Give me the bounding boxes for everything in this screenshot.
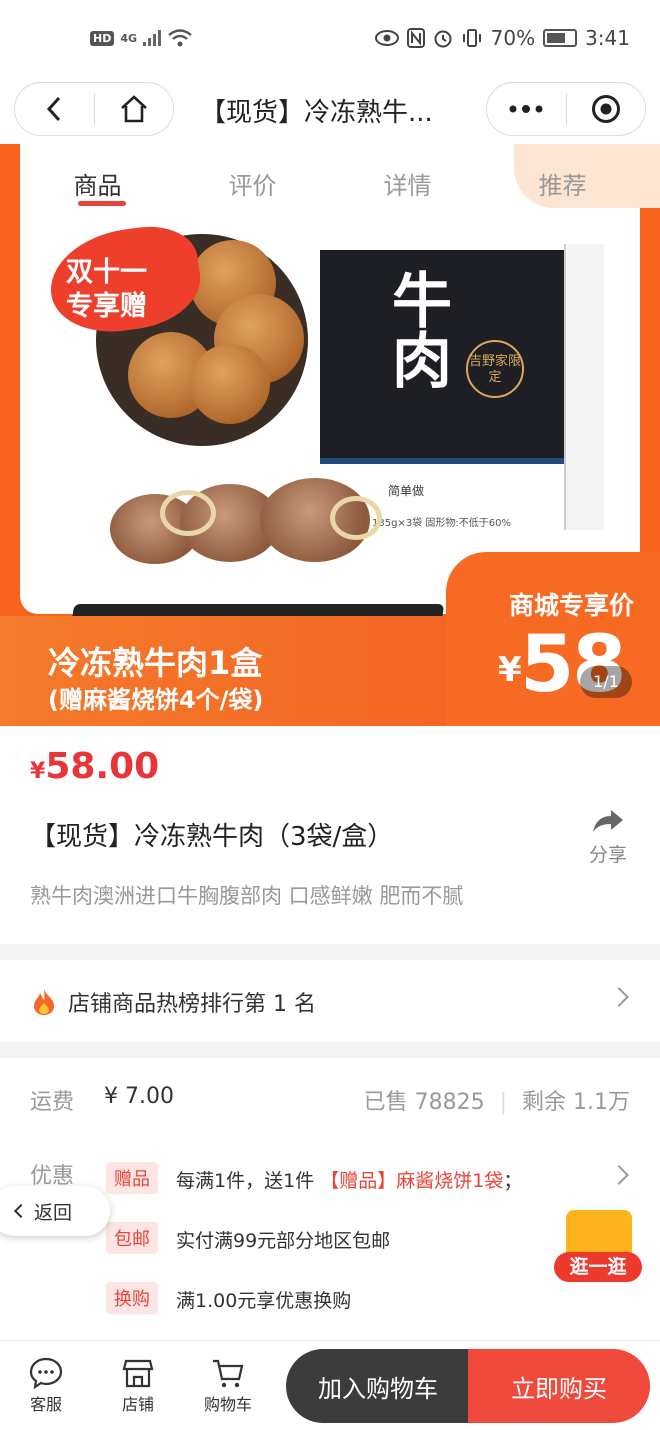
wifi-icon <box>168 29 192 47</box>
home-icon <box>120 95 147 123</box>
shipping-fee: ¥ 7.00 <box>104 1084 174 1109</box>
chevron-right-icon <box>609 987 629 1007</box>
promo-text-gift[interactable]: 每满1件，送1件 【赠品】麻酱烧饼1袋； <box>176 1166 522 1193</box>
remaining-stock: 剩余 1.1万 <box>522 1090 630 1115</box>
stroll-button[interactable]: 逛一逛 <box>554 1196 644 1286</box>
sesame-bread <box>190 344 270 424</box>
promo-tag-gift: 赠品 <box>106 1162 158 1194</box>
status-bar: HD 4G 70% 3:41 <box>0 0 660 82</box>
promo-tag-free-shipping: 包邮 <box>106 1222 158 1254</box>
price-currency: ¥ <box>30 759 46 784</box>
buy-now-button[interactable]: 立即购买 <box>468 1349 650 1423</box>
banner-subtitle: (赠麻酱烧饼4个/袋) <box>48 686 264 714</box>
promo-text-exchange[interactable]: 满1.00元享优惠换购 <box>176 1286 351 1313</box>
page-title: 【现货】冷冻熟牛... <box>200 98 433 128</box>
tab-recommend[interactable]: 推荐 <box>485 144 640 216</box>
share-button[interactable]: 分享 <box>586 808 630 867</box>
share-label: 分享 <box>588 844 627 866</box>
network-label: 4G <box>120 31 138 45</box>
customer-service-label: 客服 <box>29 1395 62 1414</box>
product-title: 【现货】冷冻熟牛肉（3袋/盒） <box>30 822 394 852</box>
shop-icon <box>122 1359 154 1388</box>
back-label: 返回 <box>34 1201 73 1224</box>
more-dots-icon <box>509 105 543 113</box>
promo-tag-exchange: 换购 <box>106 1282 158 1314</box>
more-button[interactable] <box>487 83 566 135</box>
eye-icon <box>374 30 399 46</box>
gift-badge: 双十一 专享赠 <box>66 257 147 322</box>
onion-ring <box>330 496 382 540</box>
ranking-text: 店铺商品热榜排行第 1 名 <box>68 992 316 1017</box>
nav-capsule-left <box>14 82 174 136</box>
product-info-section: ¥58.00 【现货】冷冻熟牛肉（3袋/盒） 分享 熟牛肉澳洲进口牛胸腹部肉 口… <box>0 726 660 944</box>
tab-bar: 商品 评价 详情 推荐 <box>20 144 640 216</box>
home-button[interactable] <box>95 83 174 135</box>
chevron-left-icon <box>13 1203 29 1219</box>
alarm-icon <box>434 30 452 48</box>
promo-chevron-icon[interactable] <box>609 1165 629 1185</box>
target-close-icon <box>591 95 620 123</box>
customer-service-button[interactable]: 客服 <box>16 1355 76 1415</box>
exclusive-price-currency: ¥ <box>498 650 522 690</box>
shop-button[interactable]: 店铺 <box>108 1355 168 1415</box>
sold-count: 已售 78825 <box>363 1090 485 1115</box>
ranking-row[interactable]: 店铺商品热榜排行第 1 名 <box>0 960 660 1042</box>
product-description: 熟牛肉澳洲进口牛胸腹部肉 口感鲜嫩 肥而不腻 <box>30 884 464 908</box>
box-title: 牛肉 <box>392 267 452 397</box>
nav-capsule-right <box>486 82 646 136</box>
fire-icon <box>34 989 54 1015</box>
tab-reviews[interactable]: 评价 <box>175 144 330 216</box>
hd-indicator: HD <box>90 30 115 46</box>
signal-icon <box>143 30 162 46</box>
stroll-label: 逛一逛 <box>554 1252 642 1282</box>
cart-button[interactable]: 购物车 <box>198 1355 258 1415</box>
box-spec-label: 135g×3袋 固形物:不低于60% <box>372 518 511 529</box>
tab-goods[interactable]: 商品 <box>20 144 175 216</box>
battery-icon <box>543 29 578 47</box>
product-box-side <box>564 244 604 530</box>
shipping-label: 运费 <box>30 1090 75 1115</box>
box-limited-badge: 吉野家限定 <box>466 340 524 398</box>
battery-percent: 70% <box>490 26 536 50</box>
vibrate-icon <box>462 29 481 47</box>
product-price: ¥58.00 <box>30 746 159 787</box>
clock: 3:41 <box>585 26 630 50</box>
nfc-icon <box>406 28 425 48</box>
box-brand-label: 简单做 <box>388 484 425 498</box>
price-value: 58.00 <box>45 746 160 787</box>
nav-bar: 【现货】冷冻熟牛... <box>0 82 660 144</box>
page: HD 4G 70% 3:41 【现货】冷冻熟牛... 商品 评价 详情 推荐 双… <box>0 0 660 1430</box>
add-to-cart-button[interactable]: 加入购物车 <box>286 1349 470 1423</box>
cart-icon <box>213 1359 244 1388</box>
chevron-left-icon <box>47 96 61 122</box>
tab-details[interactable]: 详情 <box>330 144 485 216</box>
exclusive-price-label: 商城专享价 <box>508 591 634 620</box>
onion-ring <box>160 490 216 536</box>
bottom-action-bar: 客服 店铺 购物车 加入购物车 立即购买 <box>0 1340 660 1430</box>
floating-back-button[interactable]: 返回 <box>0 1186 110 1236</box>
chat-icon <box>29 1357 63 1389</box>
sales-stats: 已售 78825 | 剩余 1.1万 <box>363 1090 630 1115</box>
close-miniprogram-button[interactable] <box>567 83 646 135</box>
back-button[interactable] <box>15 83 94 135</box>
banner-title: 冷冻熟牛肉1盒 <box>48 644 263 682</box>
share-icon <box>593 810 623 832</box>
product-hero: 商品 评价 详情 推荐 双十一 专享赠 牛肉 吉野家限定 简单做 135g×3袋… <box>0 144 660 726</box>
cart-label: 购物车 <box>203 1395 252 1414</box>
image-pager: 1/1 <box>580 666 632 698</box>
shop-label: 店铺 <box>121 1395 154 1414</box>
promo-text-free-shipping[interactable]: 实付满99元部分地区包邮 <box>176 1226 390 1253</box>
